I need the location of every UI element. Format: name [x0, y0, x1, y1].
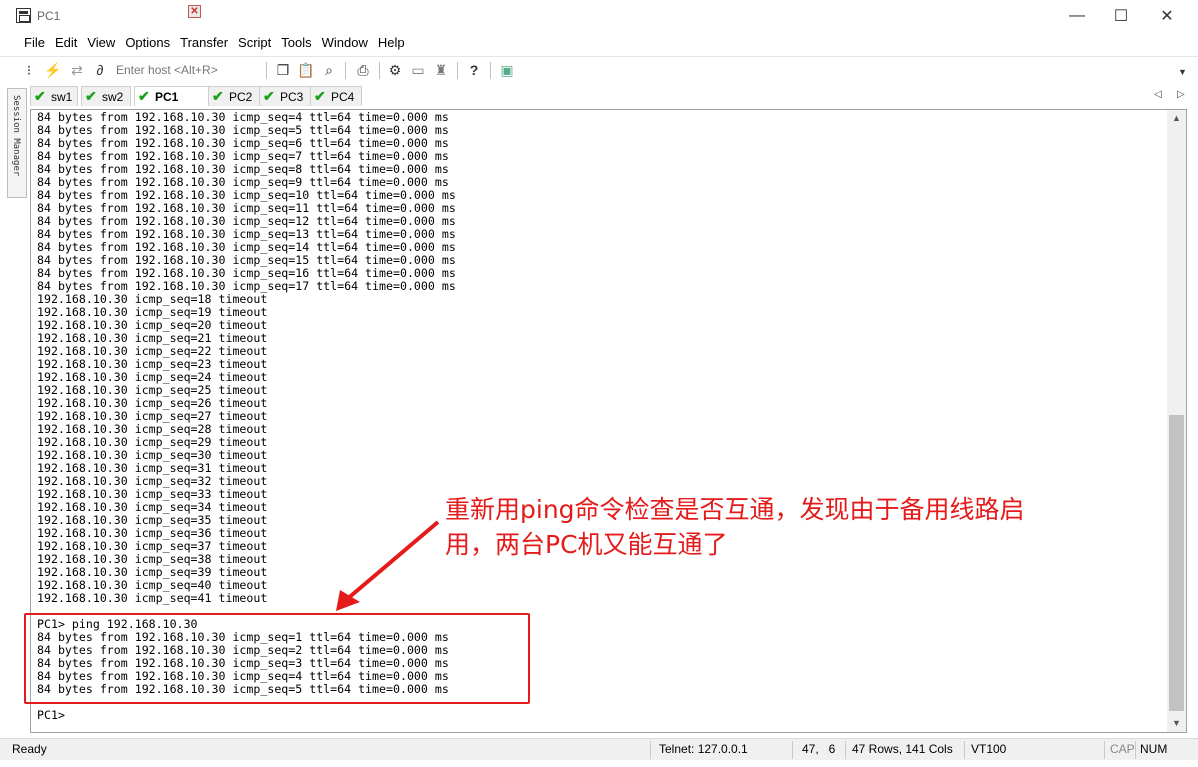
menu-view[interactable]: View [83, 33, 121, 53]
menu-edit[interactable]: Edit [51, 33, 83, 53]
toolbar-dropdown-icon[interactable]: ▼ [1178, 67, 1187, 77]
status-divider [792, 741, 793, 759]
check-icon: ✔ [212, 88, 224, 104]
status-divider [964, 741, 965, 759]
terminal-line: 192.168.10.30 icmp_seq=41 timeout [37, 591, 268, 605]
tab-sw1[interactable]: ✔ sw1 [30, 86, 78, 106]
status-size: 47 Rows, 141 Cols [852, 742, 953, 756]
check-icon: ✔ [138, 88, 150, 104]
tab-label: PC3 [280, 89, 304, 104]
tab-scroll-right-icon[interactable]: ▷ [1177, 89, 1185, 100]
minimize-button[interactable]: — [1054, 0, 1100, 31]
menu-window[interactable]: Window [318, 33, 374, 53]
vertical-scrollbar[interactable]: ▲ ▼ [1167, 110, 1186, 732]
status-ready: Ready [12, 742, 47, 756]
keymap-icon[interactable]: ▭ [409, 61, 427, 79]
connect-tree-icon[interactable]: ⁝ [20, 61, 38, 79]
menu-bar: File Edit View Options Transfer Script T… [0, 33, 1198, 53]
menu-tools[interactable]: Tools [277, 33, 317, 53]
toolbar-divider [490, 62, 491, 79]
tab-close-icon[interactable]: ✕ [188, 5, 201, 18]
status-divider [1135, 741, 1136, 759]
copy-icon[interactable]: ❐ [274, 61, 292, 79]
tab-label: PC1 [155, 89, 179, 104]
tab-label: PC4 [331, 89, 355, 104]
annotation-text: 重新用ping命令检查是否互通，发现由于备用线路启 用，两台PC机又能互通了 [445, 492, 1190, 562]
check-icon: ✔ [263, 88, 275, 104]
print-icon[interactable]: ⎙ [354, 61, 372, 79]
tab-label: PC2 [229, 89, 253, 104]
session-manager-tab[interactable]: Session Manager [7, 88, 27, 198]
tab-pc3[interactable]: ✔ PC3 [259, 86, 311, 106]
disconnect-icon[interactable]: ∂ [91, 61, 109, 79]
maximize-button[interactable]: ☐ [1098, 0, 1144, 31]
menu-file[interactable]: File [20, 33, 51, 53]
status-num: NUM [1140, 742, 1168, 756]
host-input[interactable] [116, 61, 264, 79]
paste-icon[interactable]: 📋 [297, 61, 315, 79]
status-divider [845, 741, 846, 759]
settings-icon[interactable]: ⚙ [386, 61, 404, 79]
window-title: PC1 [37, 9, 61, 23]
status-bar: Ready Telnet: 127.0.0.1 47, 6 47 Rows, 1… [0, 738, 1198, 760]
menu-script[interactable]: Script [234, 33, 277, 53]
status-connection: Telnet: 127.0.0.1 [659, 742, 748, 756]
menu-options[interactable]: Options [121, 33, 176, 53]
reconnect-icon[interactable]: ⇄ [68, 61, 86, 79]
tab-label: sw1 [51, 89, 73, 104]
app-icon [16, 8, 31, 23]
menu-help[interactable]: Help [374, 33, 411, 53]
toolbar-divider [379, 62, 380, 79]
sftp-icon[interactable]: ♜ [432, 61, 450, 79]
tab-scroll-left-icon[interactable]: ◁ [1154, 89, 1162, 100]
status-emulation: VT100 [971, 742, 1007, 756]
status-cap: CAP [1110, 742, 1135, 756]
toolbar: ⁝ ⚡ ⇄ ∂ ❐ 📋 ⌕ ⎙ ⚙ ▭ ♜ ? ▣ ▼ [0, 56, 1198, 83]
toolbar-divider [266, 62, 267, 79]
terminal-line: PC1> [37, 708, 65, 722]
annotation-line-2: 用，两台PC机又能互通了 [445, 530, 728, 559]
menu-transfer[interactable]: Transfer [176, 33, 234, 53]
help-icon[interactable]: ? [465, 61, 483, 79]
tab-bar: ✔ sw1 ✔ sw2 ✔ PC1 ✔ PC2 ✔ PC3 ✔ PC4 [30, 85, 1198, 106]
toolbar-divider [457, 62, 458, 79]
check-icon: ✔ [34, 88, 46, 104]
toolbar-divider [345, 62, 346, 79]
status-divider [650, 741, 651, 759]
script-icon[interactable]: ▣ [498, 61, 516, 79]
tab-pc2[interactable]: ✔ PC2 [208, 86, 260, 106]
annotation-line-1: 重新用ping命令检查是否互通，发现由于备用线路启 [445, 495, 1025, 524]
status-cursor-position: 47, 6 [802, 742, 836, 756]
tab-label: sw2 [102, 89, 124, 104]
highlight-box [24, 613, 530, 704]
scroll-up-icon[interactable]: ▲ [1167, 110, 1186, 127]
status-divider [1104, 741, 1105, 759]
scroll-thumb[interactable] [1169, 415, 1184, 711]
close-button[interactable]: ✕ [1144, 0, 1190, 31]
tab-sw2[interactable]: ✔ sw2 [81, 86, 131, 106]
check-icon: ✔ [314, 88, 326, 104]
find-icon[interactable]: ⌕ [320, 61, 338, 79]
scroll-down-icon[interactable]: ▼ [1167, 715, 1186, 732]
title-bar: PC1 — ☐ ✕ [0, 0, 1198, 31]
lightning-icon[interactable]: ⚡ [44, 61, 62, 79]
tab-pc4[interactable]: ✔ PC4 [310, 86, 362, 106]
check-icon: ✔ [85, 88, 97, 104]
session-manager-label: Session Manager [11, 95, 21, 177]
